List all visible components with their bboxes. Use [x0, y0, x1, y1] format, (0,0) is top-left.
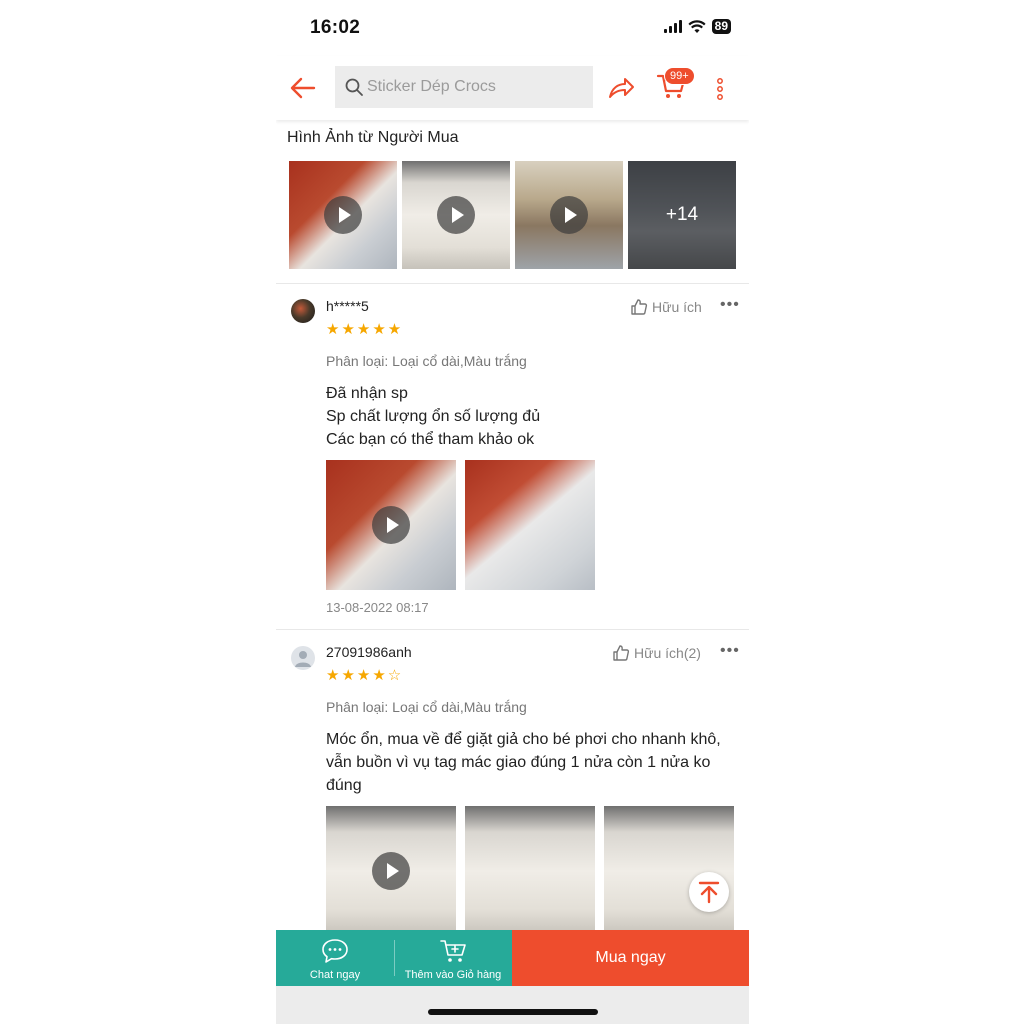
review-username: h*****5: [326, 298, 369, 314]
review-variant: Phân loại: Loại cổ dài,Màu trắng: [326, 353, 527, 369]
review-more-icon[interactable]: •••: [720, 296, 740, 314]
review-item: 27091986anh Hữu ích(2) ••• ★★★★☆ Phân lo…: [276, 630, 749, 936]
review-more-icon[interactable]: •••: [720, 642, 740, 660]
review-video-thumbnail[interactable]: [326, 806, 456, 936]
status-bar: 16:02 89: [276, 0, 749, 56]
media-thumbnail-more[interactable]: +14: [628, 161, 736, 269]
more-media-count: +14: [628, 161, 736, 269]
review-text: Đã nhận sp Sp chất lượng ổn số lượng đủ …: [326, 382, 741, 451]
play-icon: [550, 196, 588, 234]
back-arrow-icon[interactable]: [288, 73, 318, 103]
review-variant: Phân loại: Loại cổ dài,Màu trắng: [326, 699, 527, 715]
buyer-media-title: Hình Ảnh từ Người Mua: [287, 129, 459, 146]
home-indicator-area: [276, 986, 749, 1024]
helpful-label: Hữu ích: [652, 299, 702, 315]
review-date: 13-08-2022 08:17: [326, 600, 429, 615]
add-cart-icon: [440, 940, 466, 962]
battery-icon: 89: [711, 19, 731, 34]
chat-now-label: Chat ngay: [309, 969, 361, 981]
cart-count-badge: 99+: [664, 67, 695, 85]
review-username: 27091986anh: [326, 644, 412, 660]
bottom-action-bar: Chat ngay Thêm vào Giỏ hàng Mua ngay: [276, 930, 749, 986]
play-icon: [324, 196, 362, 234]
review-video-thumbnail[interactable]: [326, 460, 456, 590]
home-indicator[interactable]: [428, 1009, 598, 1015]
user-icon: [295, 651, 311, 667]
buy-now-label: Mua ngay: [595, 949, 666, 966]
avatar[interactable]: [291, 646, 315, 670]
play-icon: [372, 506, 410, 544]
top-nav: Sticker Dép Crocs 99+: [276, 56, 749, 120]
review-image-thumbnail[interactable]: [465, 806, 595, 936]
review-image-thumbnail[interactable]: [465, 460, 595, 590]
signal-icon: [663, 20, 682, 33]
review-media: [326, 460, 595, 590]
review-image-thumbnail[interactable]: [604, 806, 734, 936]
media-thumbnail[interactable]: [515, 161, 623, 269]
review-item: h*****5 Hữu ích ••• ★★★★★ Phân loại: Loạ…: [276, 284, 749, 629]
thumbs-up-icon: [631, 299, 648, 315]
status-time: 16:02: [310, 17, 361, 38]
play-icon: [437, 196, 475, 234]
add-to-cart-label: Thêm vào Giỏ hàng: [404, 969, 502, 981]
review-text-line: vẫn buồn vì vụ tag mác giao đúng 1 nửa c…: [326, 754, 711, 771]
review-text-line: Các bạn có thể tham khảo ok: [326, 431, 535, 448]
helpful-button[interactable]: Hữu ích(2): [612, 644, 701, 662]
search-icon: [345, 78, 363, 96]
arrow-to-top-icon: [698, 881, 720, 904]
rating-stars: ★★★★☆: [326, 667, 404, 684]
thumbs-up-icon: [613, 645, 630, 661]
helpful-label: Hữu ích(2): [634, 645, 701, 661]
review-media: [326, 806, 734, 936]
add-to-cart-button[interactable]: Thêm vào Giỏ hàng: [394, 930, 512, 986]
media-thumbnail[interactable]: [289, 161, 397, 269]
scroll-to-top-button[interactable]: [689, 872, 729, 912]
review-text-line: đúng: [326, 777, 362, 794]
review-text: Móc ổn, mua về để giặt giả cho bé phơi c…: [326, 728, 741, 797]
rating-stars: ★★★★★: [326, 321, 404, 338]
chat-icon: [322, 939, 348, 963]
buyer-media-gallery: +14: [289, 161, 736, 269]
share-icon[interactable]: [606, 73, 636, 103]
buy-now-button[interactable]: Mua ngay: [512, 930, 749, 986]
review-text-line: Đã nhận sp: [326, 385, 408, 402]
avatar[interactable]: [291, 299, 315, 323]
more-vertical-icon[interactable]: [713, 74, 727, 104]
media-thumbnail[interactable]: [402, 161, 510, 269]
phone-screen: 16:02 89 Sticker Dép Crocs 99+ Hình Ảnh …: [276, 0, 749, 1024]
search-input[interactable]: Sticker Dép Crocs: [335, 66, 593, 108]
helpful-button[interactable]: Hữu ích: [630, 298, 702, 316]
search-placeholder: Sticker Dép Crocs: [367, 78, 496, 95]
review-text-line: Sp chất lượng ổn số lượng đủ: [326, 408, 541, 425]
wifi-icon: [688, 19, 706, 33]
play-icon: [372, 852, 410, 890]
chat-now-button[interactable]: Chat ngay: [276, 930, 394, 986]
review-text-line: Móc ổn, mua về để giặt giả cho bé phơi c…: [326, 731, 721, 748]
